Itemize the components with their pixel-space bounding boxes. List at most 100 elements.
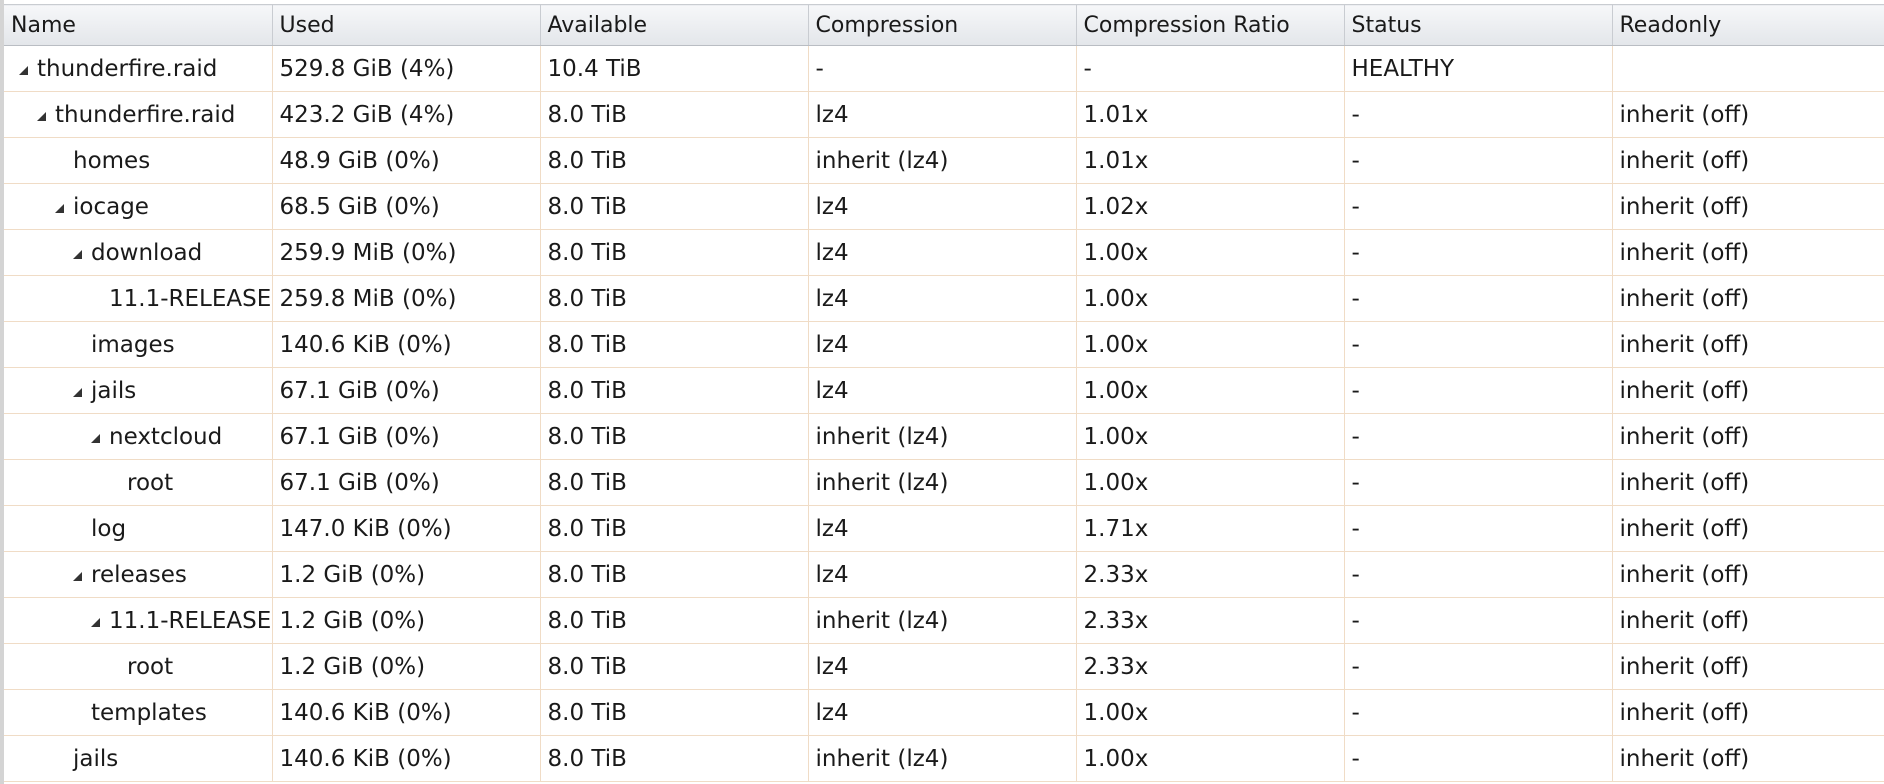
table-row[interactable]: thunderfire.raid 529.8 GiB (4%) 10.4 TiB - -… <box>4 45 1884 92</box>
cell-name[interactable]: jails <box>4 735 273 782</box>
cell-compression: lz4 <box>808 367 1077 414</box>
table-row[interactable]: thunderfire.raid 423.2 GiB (4%) 8.0 TiB lz4… <box>4 91 1884 138</box>
cell-readonly: inherit (off) <box>1612 643 1884 690</box>
cell-compression: inherit (lz4) <box>808 735 1077 782</box>
table-row[interactable]: images 140.6 KiB (0%) 8.0 TiB lz4 1.00x - inhe… <box>4 321 1884 368</box>
cell-readonly: inherit (off) <box>1612 229 1884 276</box>
cell-readonly: inherit (off) <box>1612 459 1884 506</box>
column-header-compression[interactable]: Compression <box>808 4 1077 46</box>
table-row[interactable]: iocage 68.5 GiB (0%) 8.0 TiB lz4 1.02x - inher… <box>4 183 1884 230</box>
table-row[interactable]: 11.1-RELEASE 259.8 MiB (0%) 8.0 TiB lz4 1.00… <box>4 275 1884 322</box>
table-row[interactable]: jails 67.1 GiB (0%) 8.0 TiB lz4 1.00x - inheri… <box>4 367 1884 414</box>
cell-compression-ratio: 1.01x <box>1076 91 1345 138</box>
cell-name[interactable]: thunderfire.raid <box>4 91 273 138</box>
cell-compression-ratio: 1.00x <box>1076 413 1345 460</box>
cell-readonly: inherit (off) <box>1612 735 1884 782</box>
cell-name[interactable]: root <box>4 459 273 506</box>
table-row[interactable]: log 147.0 KiB (0%) 8.0 TiB lz4 1.71x - inherit… <box>4 505 1884 552</box>
cell-name[interactable]: root <box>4 643 273 690</box>
cell-used: 259.9 MiB (0%) <box>272 229 541 276</box>
cell-compression-ratio: 1.00x <box>1076 735 1345 782</box>
cell-status: - <box>1344 643 1613 690</box>
cell-status: - <box>1344 689 1613 736</box>
cell-status: - <box>1344 367 1613 414</box>
column-header-compression-ratio[interactable]: Compression Ratio <box>1076 4 1345 46</box>
cell-used: 67.1 GiB (0%) <box>272 413 541 460</box>
cell-available: 8.0 TiB <box>540 321 809 368</box>
expand-triangle-icon[interactable] <box>70 566 88 584</box>
cell-compression-ratio: 2.33x <box>1076 551 1345 598</box>
dataset-name: root <box>127 653 174 680</box>
expand-triangle-icon[interactable] <box>16 60 34 78</box>
cell-compression: lz4 <box>808 91 1077 138</box>
column-header-available[interactable]: Available <box>540 4 809 46</box>
cell-compression: lz4 <box>808 275 1077 322</box>
cell-compression: inherit (lz4) <box>808 597 1077 644</box>
column-header-used[interactable]: Used <box>272 4 541 46</box>
expand-triangle-icon[interactable] <box>52 198 70 216</box>
expand-triangle-icon[interactable] <box>34 106 52 124</box>
column-header-status[interactable]: Status <box>1344 4 1613 46</box>
cell-compression-ratio: 1.00x <box>1076 321 1345 368</box>
cell-available: 8.0 TiB <box>540 183 809 230</box>
table-row[interactable]: releases 1.2 GiB (0%) 8.0 TiB lz4 2.33x - inhe… <box>4 551 1884 598</box>
cell-name[interactable]: nextcloud <box>4 413 273 460</box>
cell-status: - <box>1344 183 1613 230</box>
cell-used: 67.1 GiB (0%) <box>272 367 541 414</box>
table-row[interactable]: jails 140.6 KiB (0%) 8.0 TiB inherit (lz4) 1… <box>4 735 1884 782</box>
expand-triangle-icon[interactable] <box>70 382 88 400</box>
table-row[interactable]: download 259.9 MiB (0%) 8.0 TiB lz4 1.00x - in… <box>4 229 1884 276</box>
cell-name[interactable]: releases <box>4 551 273 598</box>
dataset-name: download <box>91 239 203 266</box>
cell-name[interactable]: download <box>4 229 273 276</box>
cell-available: 8.0 TiB <box>540 137 809 184</box>
cell-name[interactable]: 11.1-RELEASE <box>4 597 273 644</box>
table-row[interactable]: root 67.1 GiB (0%) 8.0 TiB inherit (lz4) 1.0… <box>4 459 1884 506</box>
expand-triangle-icon[interactable] <box>88 428 106 446</box>
cell-name[interactable]: log <box>4 505 273 552</box>
cell-compression-ratio: 1.00x <box>1076 229 1345 276</box>
table-row[interactable]: homes 48.9 GiB (0%) 8.0 TiB inherit (lz4) 1.… <box>4 137 1884 184</box>
table-row[interactable]: 11.1-RELEASE 1.2 GiB (0%) 8.0 TiB inherit (… <box>4 597 1884 644</box>
cell-used: 140.6 KiB (0%) <box>272 689 541 736</box>
cell-compression: inherit (lz4) <box>808 459 1077 506</box>
table-row[interactable]: root 1.2 GiB (0%) 8.0 TiB lz4 2.33x - inherit … <box>4 643 1884 690</box>
cell-name[interactable]: images <box>4 321 273 368</box>
cell-readonly: inherit (off) <box>1612 183 1884 230</box>
cell-name[interactable]: 11.1-RELEASE <box>4 275 273 322</box>
cell-readonly: inherit (off) <box>1612 275 1884 322</box>
cell-name[interactable]: templates <box>4 689 273 736</box>
cell-status: - <box>1344 735 1613 782</box>
cell-name[interactable]: thunderfire.raid <box>4 45 273 92</box>
dataset-name: images <box>91 331 175 358</box>
expand-triangle-icon[interactable] <box>88 612 106 630</box>
cell-available: 8.0 TiB <box>540 367 809 414</box>
expand-triangle-icon[interactable] <box>70 244 88 262</box>
table-row[interactable]: nextcloud 67.1 GiB (0%) 8.0 TiB inherit (lz… <box>4 413 1884 460</box>
column-header-readonly[interactable]: Readonly <box>1612 4 1884 46</box>
cell-name[interactable]: homes <box>4 137 273 184</box>
cell-used: 67.1 GiB (0%) <box>272 459 541 506</box>
cell-available: 8.0 TiB <box>540 505 809 552</box>
cell-used: 48.9 GiB (0%) <box>272 137 541 184</box>
table-row[interactable]: templates 140.6 KiB (0%) 8.0 TiB lz4 1.00x - i… <box>4 689 1884 736</box>
column-header-name[interactable]: Name <box>4 4 273 46</box>
dataset-name: homes <box>73 147 151 174</box>
table-header-row: Name Used Available Compression Compress… <box>4 4 1884 46</box>
cell-used: 147.0 KiB (0%) <box>272 505 541 552</box>
dataset-name: thunderfire.raid <box>37 55 218 82</box>
cell-compression-ratio: 1.71x <box>1076 505 1345 552</box>
dataset-name: iocage <box>73 193 149 220</box>
cell-readonly: inherit (off) <box>1612 321 1884 368</box>
cell-compression-ratio: 2.33x <box>1076 643 1345 690</box>
cell-compression-ratio: 1.00x <box>1076 689 1345 736</box>
cell-name[interactable]: iocage <box>4 183 273 230</box>
cell-name[interactable]: jails <box>4 367 273 414</box>
cell-compression: inherit (lz4) <box>808 137 1077 184</box>
cell-compression: lz4 <box>808 229 1077 276</box>
cell-available: 8.0 TiB <box>540 551 809 598</box>
cell-used: 529.8 GiB (4%) <box>272 45 541 92</box>
cell-status: - <box>1344 229 1613 276</box>
